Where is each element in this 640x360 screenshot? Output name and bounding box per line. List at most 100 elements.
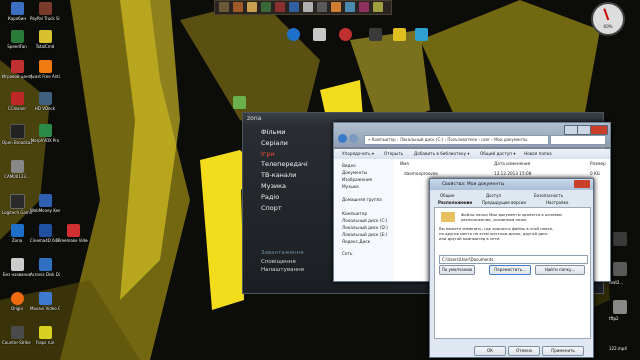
desktop-icon[interactable]: CAM00123... xyxy=(2,160,32,179)
explorer-titlebar[interactable]: « Компьютер › Локальный диск (C:) › Поль… xyxy=(334,123,610,147)
find-target-button[interactable]: Найти папку... xyxy=(535,265,585,275)
zona-notifications[interactable]: Сповіщення xyxy=(261,258,341,267)
new-folder-button[interactable]: Новая папка xyxy=(524,149,552,159)
desktop-icon[interactable]: Acronis Disk Director Suite xyxy=(30,258,60,277)
zona-menu-item[interactable]: Серіали xyxy=(261,138,341,149)
desktop-icon[interactable]: Fraps run xyxy=(30,326,60,345)
toolbar-app-icon[interactable] xyxy=(219,2,229,12)
desktop-icon[interactable] xyxy=(406,28,436,42)
search-input[interactable] xyxy=(550,135,606,145)
desktop-icon[interactable]: SpeedFan xyxy=(2,30,32,49)
nav-item[interactable]: Яндекс.Диск xyxy=(342,239,370,244)
tab-security[interactable]: Безопасность xyxy=(534,193,563,198)
toolbar-app-icon[interactable] xyxy=(289,2,299,12)
cancel-button[interactable]: Отмена xyxy=(508,346,540,356)
restore-default-button[interactable]: По умолчанию xyxy=(439,265,475,275)
file-icon xyxy=(10,160,24,173)
desktop-icon[interactable]: WebMoney Keeper W... xyxy=(30,194,60,213)
desktop-icon[interactable]: Без названия xyxy=(2,258,32,277)
open-button[interactable]: Открыть xyxy=(384,149,403,159)
column-header-size[interactable]: Размер xyxy=(590,161,606,166)
nav-item[interactable]: Домашняя группа xyxy=(342,197,382,202)
zona-menu-item[interactable]: Фільми xyxy=(261,127,341,138)
close-button[interactable] xyxy=(590,125,608,135)
toolbar-app-icon[interactable] xyxy=(261,2,271,12)
toolbar-app-icon[interactable] xyxy=(345,2,355,12)
tab-location[interactable]: Расположение xyxy=(438,200,472,205)
nav-item[interactable]: Документы xyxy=(342,170,367,175)
toolbar-app-icon[interactable] xyxy=(331,2,341,12)
desktop-icon[interactable]: Logitech Gaming xyxy=(2,194,32,215)
desktop-icon-zona[interactable]: Zona xyxy=(2,224,32,243)
nav-item[interactable]: Локальный диск (C:) xyxy=(342,218,387,223)
zona-settings[interactable]: Налаштування xyxy=(261,266,341,275)
nav-item[interactable]: Видео xyxy=(342,163,356,168)
address-bar[interactable]: « Компьютер › Локальный диск (C:) › Поль… xyxy=(364,135,549,145)
desktop-icon-label: text2... xyxy=(609,280,624,285)
close-button[interactable] xyxy=(574,180,590,188)
desktop-icon[interactable]: MorphVOX Pro xyxy=(30,124,60,143)
file-date: 13.12.2013 15:08 xyxy=(494,171,532,176)
zona-menu-item[interactable]: Телепередачі xyxy=(261,159,341,170)
zona-downloads[interactable]: Завантаження xyxy=(261,249,341,258)
toolbar-app-icon[interactable] xyxy=(275,2,285,12)
tab-previous-versions[interactable]: Предыдущие версии xyxy=(482,200,526,205)
app-icon xyxy=(10,30,24,43)
desktop-icon[interactable]: Карабин xyxy=(2,2,32,21)
ok-button[interactable]: ОК xyxy=(474,346,506,356)
nav-item[interactable]: Локальный диск (D:) xyxy=(342,225,388,230)
desktop-icon[interactable]: Counter-Strike Global... xyxy=(2,326,32,345)
toolbar-app-icon[interactable] xyxy=(317,2,327,12)
apply-button[interactable]: Применить xyxy=(542,346,584,356)
nav-item[interactable]: Компьютер xyxy=(342,211,367,216)
nav-item[interactable]: Локальный диск (E:) xyxy=(342,232,387,237)
tab-general[interactable]: Общие xyxy=(440,193,454,198)
tab-sharing[interactable]: Доступ xyxy=(486,193,501,198)
toolbar-app-icon[interactable] xyxy=(303,2,313,12)
forward-button[interactable] xyxy=(349,134,358,143)
zona-menu-item[interactable]: ТВ-канали xyxy=(261,170,341,181)
nav-item[interactable]: Музыка xyxy=(342,184,359,189)
maximize-button[interactable] xyxy=(577,125,591,135)
column-header-date[interactable]: Дата изменения xyxy=(494,161,530,166)
desktop-icon[interactable] xyxy=(613,262,627,276)
add-to-library-button[interactable]: Добавить в библиотеку ▾ xyxy=(414,149,470,159)
app-icon xyxy=(414,28,428,41)
share-button[interactable]: Общий доступ ▾ xyxy=(480,149,515,159)
desktop-icon[interactable]: Игровой центр@Mail xyxy=(2,60,32,79)
nav-item[interactable]: Изображения xyxy=(342,177,372,182)
minimize-button[interactable] xyxy=(564,125,578,135)
desktop-icon[interactable]: PayPal Truck Sim xyxy=(30,2,60,21)
zona-menu-item[interactable]: Спорт xyxy=(261,203,341,214)
desktop-icon[interactable]: Cinema4D 64Bit xyxy=(30,224,60,243)
desktop-icon[interactable] xyxy=(613,232,627,246)
dialog-titlebar[interactable]: Свойства: Мои документы xyxy=(430,179,593,190)
toolbar-app-icon[interactable] xyxy=(247,2,257,12)
tab-customize[interactable]: Настройка xyxy=(546,200,568,205)
toolbar-app-icon[interactable] xyxy=(359,2,369,12)
desktop-icon[interactable] xyxy=(224,96,254,110)
toolbar-app-icon[interactable] xyxy=(373,2,383,12)
desktop-icon[interactable]: Avast Free Antivirus xyxy=(30,60,60,79)
zona-menu-item-active[interactable]: Ігри xyxy=(261,149,341,160)
desktop-icon[interactable] xyxy=(330,28,360,42)
desktop-icon[interactable]: HD VDeck xyxy=(30,92,60,111)
desktop-icon[interactable]: Freemake Video Co... xyxy=(58,224,88,243)
desktop-icon[interactable] xyxy=(613,300,627,314)
toolbar-app-icon[interactable] xyxy=(233,2,243,12)
desktop-icon[interactable]: Open Broadcast xyxy=(2,124,32,145)
desktop-icon[interactable]: CCleaner xyxy=(2,92,32,111)
back-button[interactable] xyxy=(338,134,347,143)
column-header-name[interactable]: Имя xyxy=(400,161,409,166)
zona-menu-item[interactable]: Музика xyxy=(261,181,341,192)
desktop-icon[interactable]: Origin xyxy=(2,292,32,311)
location-path-field[interactable]: C:\Users\User\Documents xyxy=(439,255,588,264)
app-icon xyxy=(38,92,52,105)
file-name[interactable]: daemonprosvea xyxy=(404,171,438,176)
desktop-icon[interactable]: TotalCmd xyxy=(30,30,60,49)
zona-menu-item[interactable]: Радіо xyxy=(261,192,341,203)
organize-button[interactable]: Упорядочить ▾ xyxy=(342,149,374,159)
move-button[interactable]: Переместить... xyxy=(489,265,531,275)
nav-item[interactable]: Сеть xyxy=(342,251,352,256)
desktop-icon[interactable]: Movavi Video Converter xyxy=(30,292,60,311)
